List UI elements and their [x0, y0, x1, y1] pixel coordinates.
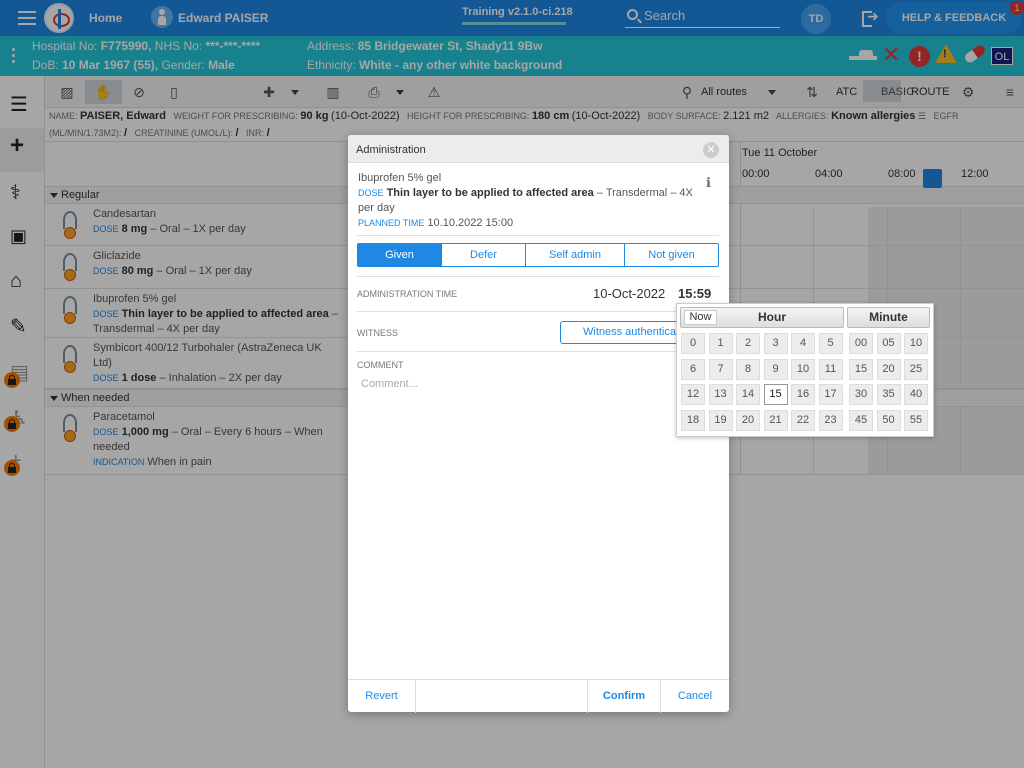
- comment-label: COMMENT: [357, 360, 404, 370]
- dose-label: DOSE: [358, 188, 384, 198]
- tab-defer[interactable]: Defer: [442, 244, 526, 266]
- hour-cell[interactable]: 8: [736, 358, 760, 380]
- confirm-button[interactable]: Confirm: [587, 680, 661, 713]
- hour-cell[interactable]: 6: [681, 358, 705, 380]
- admin-time-input[interactable]: 15:59: [678, 286, 711, 301]
- minute-cell[interactable]: 00: [849, 333, 873, 354]
- separator: [357, 351, 719, 352]
- tab-given[interactable]: Given: [358, 244, 442, 266]
- tab-not-given[interactable]: Not given: [625, 244, 718, 266]
- separator: [357, 311, 719, 312]
- separator: [357, 276, 719, 277]
- hour-cell[interactable]: 20: [736, 409, 760, 431]
- hour-cell[interactable]: 15: [763, 384, 788, 405]
- administration-dialog: Administration ✕ Ibuprofen 5% gel DOSE T…: [348, 135, 729, 713]
- hour-cell[interactable]: 17: [818, 384, 843, 405]
- minute-cell[interactable]: 15: [849, 358, 873, 380]
- basic-button[interactable]: BASIC: [881, 86, 914, 98]
- hour-cell[interactable]: 3: [763, 333, 788, 354]
- hour-cell[interactable]: 21: [763, 409, 788, 431]
- admin-time-label: ADMINISTRATION TIME: [357, 289, 458, 299]
- info-icon[interactable]: ℹ: [706, 175, 711, 191]
- comment-input[interactable]: Comment...: [361, 378, 418, 390]
- minute-cell[interactable]: 25: [904, 358, 928, 380]
- hour-cell[interactable]: 14: [736, 384, 760, 405]
- hour-cell[interactable]: 7: [708, 358, 733, 380]
- minute-cell[interactable]: 10: [904, 333, 928, 354]
- tab-self-admin[interactable]: Self admin: [526, 244, 625, 266]
- hour-cell[interactable]: 19: [708, 409, 733, 431]
- hour-cell[interactable]: 0: [681, 333, 705, 354]
- dialog-header: Administration ✕: [348, 135, 729, 163]
- dose-value: Thin layer to be applied to affected are…: [386, 187, 594, 199]
- witness-label: WITNESS: [357, 328, 399, 338]
- hour-cell[interactable]: 4: [791, 333, 815, 354]
- time-picker: Hour Now Minute 0 1 2 3 4 5 6 7 8 9 10 11 12 13 14 15 16…: [676, 303, 934, 437]
- hour-cell[interactable]: 11: [818, 358, 843, 380]
- planned-time-label: PLANNED TIME: [358, 218, 425, 228]
- minute-cell[interactable]: 20: [876, 358, 901, 380]
- hour-cell[interactable]: 10: [791, 358, 815, 380]
- dialog-title: Administration: [356, 144, 426, 156]
- minute-cell[interactable]: 40: [904, 384, 928, 405]
- administration-status-tabs: Given Defer Self admin Not given: [357, 243, 719, 267]
- hour-cell[interactable]: 1: [708, 333, 733, 354]
- hour-cell[interactable]: 9: [763, 358, 788, 380]
- now-button[interactable]: Now: [684, 310, 717, 325]
- hour-cell[interactable]: 16: [791, 384, 815, 405]
- dialog-drug-info: Ibuprofen 5% gel DOSE Thin layer to be a…: [358, 171, 698, 231]
- dialog-drug-name: Ibuprofen 5% gel: [358, 172, 442, 184]
- minute-cell[interactable]: 50: [876, 409, 901, 431]
- hour-cell[interactable]: 5: [818, 333, 843, 354]
- minute-cell[interactable]: 45: [849, 409, 873, 431]
- hour-cell[interactable]: 13: [708, 384, 733, 405]
- witness-authentication-button[interactable]: Witness authentication: [560, 321, 690, 344]
- revert-button[interactable]: Revert: [348, 680, 416, 713]
- hour-cell[interactable]: 2: [736, 333, 760, 354]
- hour-cell[interactable]: 18: [681, 409, 705, 431]
- minute-cell[interactable]: 05: [876, 333, 901, 354]
- hour-cell[interactable]: 22: [791, 409, 815, 431]
- cancel-button[interactable]: Cancel: [661, 680, 729, 713]
- separator: [357, 235, 719, 236]
- hour-cell[interactable]: 23: [818, 409, 843, 431]
- minute-header: Minute: [847, 307, 930, 328]
- hour-cell[interactable]: 12: [681, 384, 705, 405]
- dialog-footer: Revert Confirm Cancel: [348, 679, 729, 713]
- minute-cell[interactable]: 35: [876, 384, 901, 405]
- minute-cell[interactable]: 30: [849, 384, 873, 405]
- close-icon[interactable]: ✕: [703, 142, 719, 158]
- admin-date-input[interactable]: 10-Oct-2022: [593, 286, 665, 301]
- minute-cell[interactable]: 55: [904, 409, 928, 431]
- planned-time-value: 10.10.2022 15:00: [427, 217, 514, 229]
